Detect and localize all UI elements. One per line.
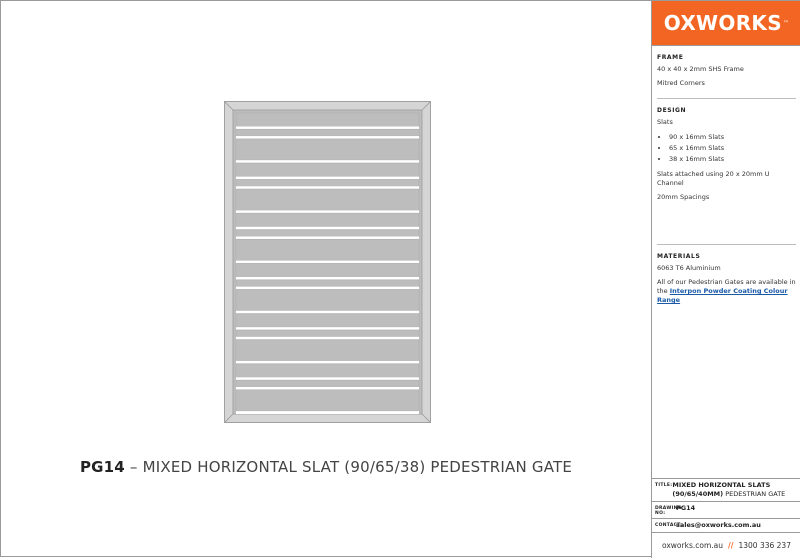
slat-gap xyxy=(236,160,419,164)
slat-list-item: 65 x 16mm Slats xyxy=(669,143,796,154)
phone-number[interactable]: 1300 336 237 xyxy=(738,541,791,550)
footer: oxworks.com.au // 1300 336 237 xyxy=(652,532,800,557)
gate-slat xyxy=(235,329,420,338)
logo-text: OXWORKS xyxy=(663,11,782,35)
drawing-no-text: PG14 xyxy=(676,504,696,512)
gate-slat xyxy=(235,279,420,288)
slat-gap xyxy=(236,176,419,180)
slat-list-item: 38 x 16mm Slats xyxy=(669,154,796,165)
logo-trademark: ™ xyxy=(782,19,790,27)
gate-slat xyxy=(235,112,420,127)
spec-content: FRAME 40 x 40 x 2mm SHS Frame Mitred Cor… xyxy=(652,46,800,305)
title-row: TITLE: MIXED HORIZONTAL SLATS (90/65/40M… xyxy=(652,478,800,501)
frame-line: 40 x 40 x 2mm SHS Frame xyxy=(657,65,744,73)
slat-gap xyxy=(236,327,419,331)
footer-separator: // xyxy=(728,540,734,550)
design-spacing: 20mm Spacings xyxy=(657,193,710,201)
design-attached: Slats attached using 20 x 20mm U Channel xyxy=(657,170,770,187)
slat-gap xyxy=(236,386,419,390)
gate-slat xyxy=(235,379,420,388)
frame-heading: FRAME xyxy=(657,54,684,61)
slat-gap xyxy=(236,186,419,190)
slat-list-item: 90 x 16mm Slats xyxy=(669,132,796,143)
title-value-rest: PEDESTRIAN GATE xyxy=(723,490,786,498)
gate-slat xyxy=(235,179,420,187)
gate-slat xyxy=(235,313,420,328)
gate-slat xyxy=(235,229,420,237)
gate-slat xyxy=(235,363,420,378)
gate-slat xyxy=(235,289,420,312)
slat-gap xyxy=(236,360,419,364)
materials-note: All of our Pedestrian Gates are availabl… xyxy=(657,278,796,305)
gate-illustration xyxy=(224,101,431,423)
gate-slat xyxy=(235,162,420,177)
slat-gap xyxy=(236,310,419,314)
slat-gap xyxy=(236,411,419,414)
slat-gap xyxy=(236,286,419,290)
slat-list: 90 x 16mm Slats 65 x 16mm Slats 38 x 16m… xyxy=(657,132,796,165)
gate-title-text: – MIXED HORIZONTAL SLAT (90/65/38) PEDES… xyxy=(124,458,573,476)
gate-code: PG14 xyxy=(79,458,125,476)
materials-alloy: 6063 T6 Aluminium xyxy=(657,264,721,272)
slat-gap xyxy=(236,276,419,280)
slat-gap xyxy=(236,260,419,264)
slat-gap xyxy=(236,226,419,230)
slat-gap xyxy=(236,336,419,340)
brand-logo: OXWORKS ™ xyxy=(652,1,800,46)
gate-title: PG14 – MIXED HORIZONTAL SLAT (90/65/38) … xyxy=(1,458,651,476)
gate-drawing xyxy=(224,101,431,423)
slat-gap xyxy=(236,236,419,240)
gate-slat xyxy=(235,128,420,137)
drawing-area: PG14 – MIXED HORIZONTAL SLAT (90/65/38) … xyxy=(1,1,651,558)
gate-slat xyxy=(235,188,420,211)
gate-slat xyxy=(235,238,420,261)
slat-gap xyxy=(236,136,419,139)
frame-line: Mitred Corners xyxy=(657,79,705,87)
gate-slat xyxy=(235,212,420,228)
materials-section: MATERIALS 6063 T6 Aluminium All of our P… xyxy=(657,244,796,305)
design-intro: Slats xyxy=(657,118,673,126)
contact-label: CONTACT: xyxy=(655,523,683,528)
slat-gap xyxy=(236,377,419,381)
gate-slat xyxy=(235,138,420,161)
drawing-no-value: PG14 xyxy=(676,504,695,513)
website-link[interactable]: oxworks.com.au xyxy=(662,541,723,550)
slat-gap xyxy=(236,210,419,214)
gate-slat xyxy=(235,263,420,278)
contact-email[interactable]: sales@oxworks.com.au xyxy=(676,521,761,529)
materials-heading: MATERIALS xyxy=(657,253,701,260)
design-heading: DESIGN xyxy=(657,107,687,114)
title-value: MIXED HORIZONTAL SLATS (90/65/40MM) PEDE… xyxy=(672,481,798,499)
title-block: TITLE: MIXED HORIZONTAL SLATS (90/65/40M… xyxy=(652,478,800,534)
drawing-sheet: PG14 – MIXED HORIZONTAL SLAT (90/65/38) … xyxy=(0,0,800,558)
spec-panel: OXWORKS ™ FRAME 40 x 40 x 2mm SHS Frame M… xyxy=(651,1,800,558)
title-label: TITLE: xyxy=(655,483,673,488)
gate-slat xyxy=(235,339,420,362)
powder-coating-link[interactable]: Interpon Powder Coating Colour Range xyxy=(657,287,788,304)
slat-gap xyxy=(236,126,419,130)
gate-slat xyxy=(235,389,420,412)
frame-section: FRAME 40 x 40 x 2mm SHS Frame Mitred Cor… xyxy=(657,46,796,88)
drawing-no-row: DRAWING NO: PG14 xyxy=(652,501,800,518)
drawing-no-label: DRAWING NO: xyxy=(655,506,682,516)
design-section: DESIGN Slats 90 x 16mm Slats 65 x 16mm S… xyxy=(657,98,796,202)
contact-value: sales@oxworks.com.au xyxy=(676,521,761,530)
